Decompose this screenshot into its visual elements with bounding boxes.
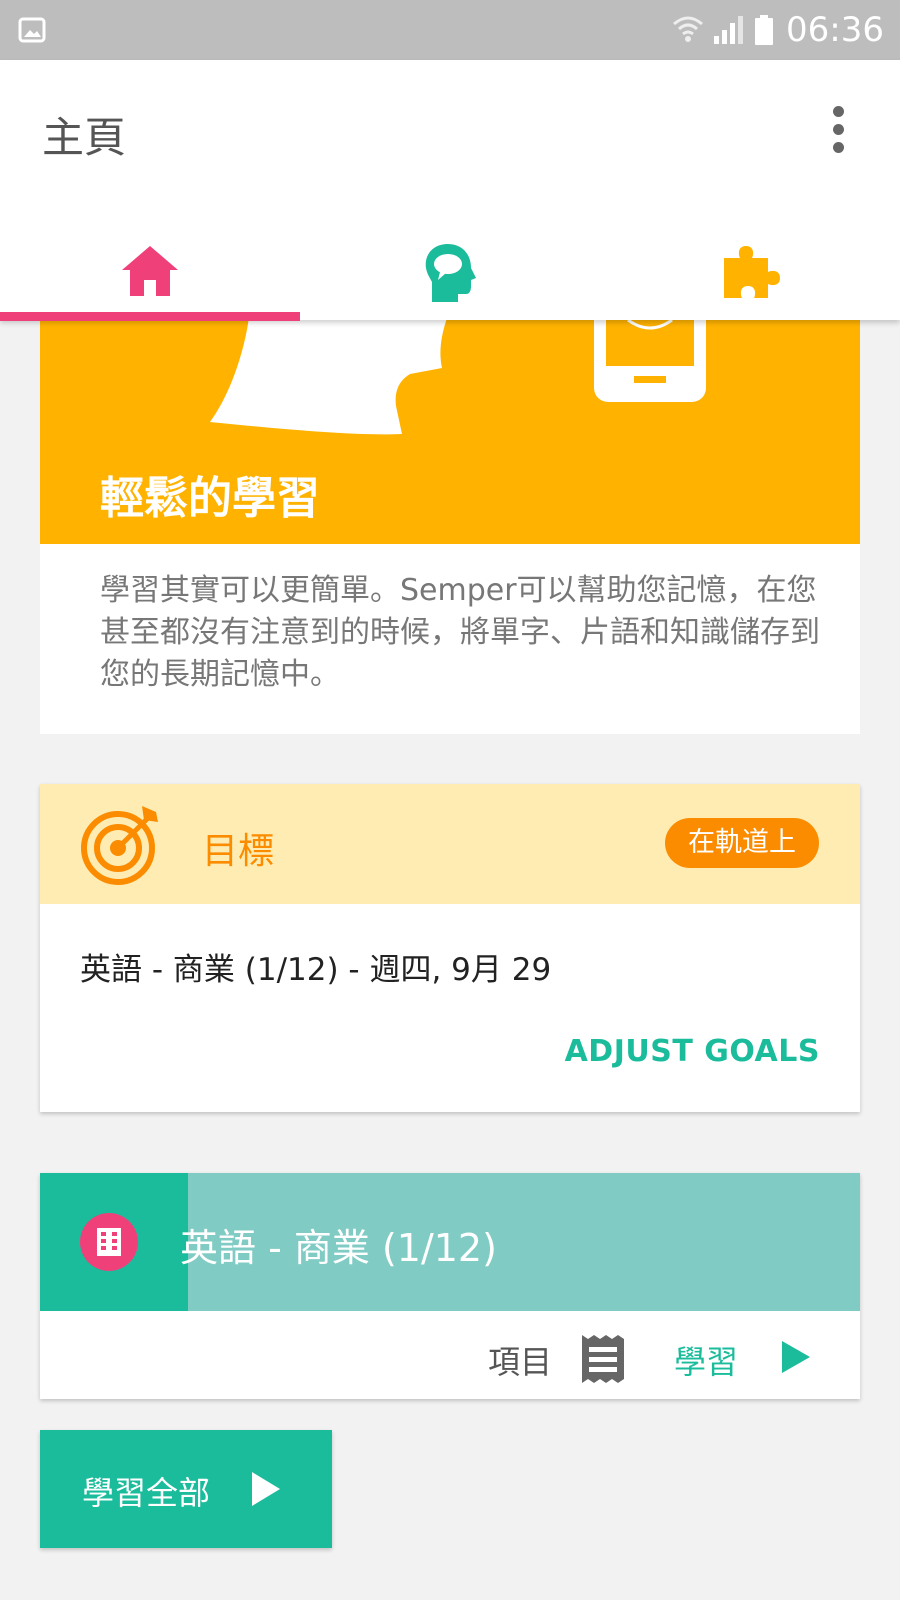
study-button-label[interactable]: 學習 — [674, 1337, 738, 1383]
image-icon — [18, 17, 46, 43]
course-header[interactable]: 英語 - 商業 (1/12) — [40, 1173, 860, 1311]
building-icon — [80, 1213, 138, 1271]
goals-title: 目標 — [202, 831, 275, 872]
target-icon — [81, 806, 158, 885]
tab-bar — [0, 220, 900, 321]
more-vert-icon[interactable] — [826, 104, 850, 154]
status-badge: 在軌道上 — [665, 818, 819, 868]
play-icon[interactable] — [780, 1339, 812, 1375]
phone-illustration — [594, 320, 706, 402]
home-icon — [122, 246, 178, 296]
wifi-icon — [673, 16, 703, 42]
goal-description: 英語 - 商業 (1/12) - 週四, 9月 29 — [80, 952, 552, 988]
play-icon — [252, 1472, 280, 1506]
battery-icon — [755, 15, 773, 45]
tab-home[interactable] — [0, 220, 300, 320]
goals-card: 目標 在軌道上 英語 - 商業 (1/12) - 週四, 9月 29 ADJUS… — [40, 784, 860, 1112]
goals-header: 目標 在軌道上 — [40, 784, 860, 904]
tab-games[interactable] — [600, 220, 900, 320]
adjust-goals-button[interactable]: ADJUST GOALS — [565, 1034, 820, 1069]
tab-learning[interactable] — [300, 220, 600, 320]
signal-icon — [714, 16, 743, 44]
status-time: 06:36 — [786, 10, 884, 50]
page-title: 主頁 — [42, 113, 127, 162]
intro-card: 輕鬆的學習 學習其實可以更簡單。Semper可以幫助您記憶，在您甚至都沒有注意到… — [40, 320, 860, 734]
course-card[interactable]: 英語 - 商業 (1/12) 項目 學習 — [40, 1173, 860, 1399]
brain-head-icon — [425, 244, 476, 302]
hero-description: 學習其實可以更簡單。Semper可以幫助您記憶，在您甚至都沒有注意到的時候，將單… — [100, 573, 820, 692]
study-all-button[interactable]: 學習全部 — [40, 1430, 332, 1548]
head-illustration — [210, 320, 447, 435]
course-title: 英語 - 商業 (1/12) — [180, 1226, 497, 1270]
study-all-label: 學習全部 — [82, 1474, 211, 1512]
list-receipt-icon[interactable] — [580, 1333, 626, 1385]
items-button-label[interactable]: 項目 — [488, 1337, 552, 1383]
tab-indicator — [0, 312, 300, 321]
hero-banner: 輕鬆的學習 — [40, 320, 860, 544]
app-bar: 主頁 — [0, 60, 900, 321]
status-bar: 06:36 — [0, 0, 900, 60]
puzzle-icon — [724, 246, 780, 298]
hero-title: 輕鬆的學習 — [100, 473, 320, 524]
